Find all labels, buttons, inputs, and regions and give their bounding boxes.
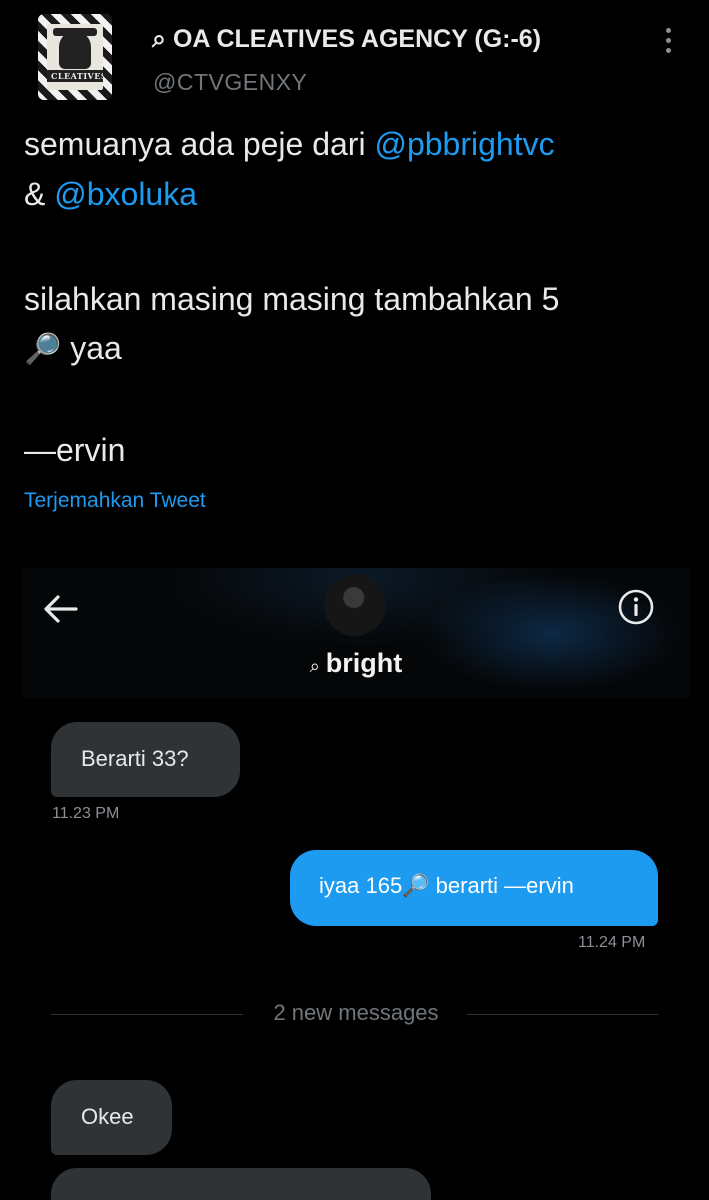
mention-link[interactable]: @pbbrightvc <box>374 126 554 162</box>
message-bubble-outgoing[interactable]: iyaa 165🔎 berarti —ervin <box>290 850 658 926</box>
author-handle[interactable]: @CTVGENXY <box>153 69 307 96</box>
message-text: Okee <box>81 1104 134 1129</box>
message-bubble-incoming[interactable]: Okee <box>51 1080 172 1155</box>
message-bubble-incoming-partial[interactable] <box>51 1168 431 1200</box>
divider-line-right <box>467 1014 658 1015</box>
author-display-name[interactable]: ⌕ OA CLEATIVES AGENCY (G:-6) <box>152 25 541 54</box>
avatar-logo-text: CLEATIVES <box>51 71 103 81</box>
magnifier-emoji: 🔎 <box>24 333 62 366</box>
contact-name-label: bright <box>325 648 403 678</box>
translate-tweet-link[interactable]: Terjemahkan Tweet <box>24 489 206 513</box>
new-messages-divider: 2 new messages <box>273 1000 439 1025</box>
more-vertical-icon <box>666 28 671 33</box>
message-text: Berarti 33? <box>81 746 189 771</box>
tweet-signature: —ervin <box>24 432 126 468</box>
more-options-button[interactable] <box>657 26 681 56</box>
contact-name[interactable]: ⌕ bright <box>22 648 690 679</box>
contact-avatar[interactable] <box>324 574 386 636</box>
author-avatar[interactable]: CLEATIVES <box>38 14 112 100</box>
avatar-banner: CLEATIVES <box>47 70 103 82</box>
tweet-text: semuanya ada peje dari <box>24 126 375 162</box>
message-bubble-incoming[interactable]: Berarti 33? <box>51 722 240 797</box>
tweet-text-line-1: semuanya ada peje dari @pbbrightvc <box>24 126 555 163</box>
dm-header: ⌕ bright <box>22 568 690 698</box>
dm-screenshot: ⌕ bright Berarti 33? 11.23 PM iyaa 165🔎 b… <box>22 568 690 1200</box>
message-timestamp: 11.24 PM <box>578 934 646 951</box>
tweet-text: yaa <box>61 330 122 366</box>
more-vertical-icon-dot <box>666 38 671 43</box>
arrow-left-icon <box>44 595 78 623</box>
tweet-text: & <box>24 176 55 212</box>
tweet-text-line-4: 🔎 yaa <box>24 330 122 367</box>
search-icon: ⌕ <box>309 656 320 676</box>
avatar-image: CLEATIVES <box>47 24 103 90</box>
more-vertical-icon-dot <box>666 48 671 53</box>
info-circle-icon <box>618 589 654 625</box>
avatar-figure-shape <box>59 31 91 69</box>
back-button[interactable] <box>42 594 78 624</box>
mention-link[interactable]: @bxoluka <box>54 176 197 212</box>
message-timestamp: 11.23 PM <box>52 805 120 822</box>
message-text: iyaa 165🔎 berarti —ervin <box>319 873 574 898</box>
tweet-text-line-2: & @bxoluka <box>24 176 197 213</box>
info-button[interactable] <box>618 589 654 625</box>
tweet-text-line-3: silahkan masing masing tambahkan 5 <box>24 281 560 317</box>
